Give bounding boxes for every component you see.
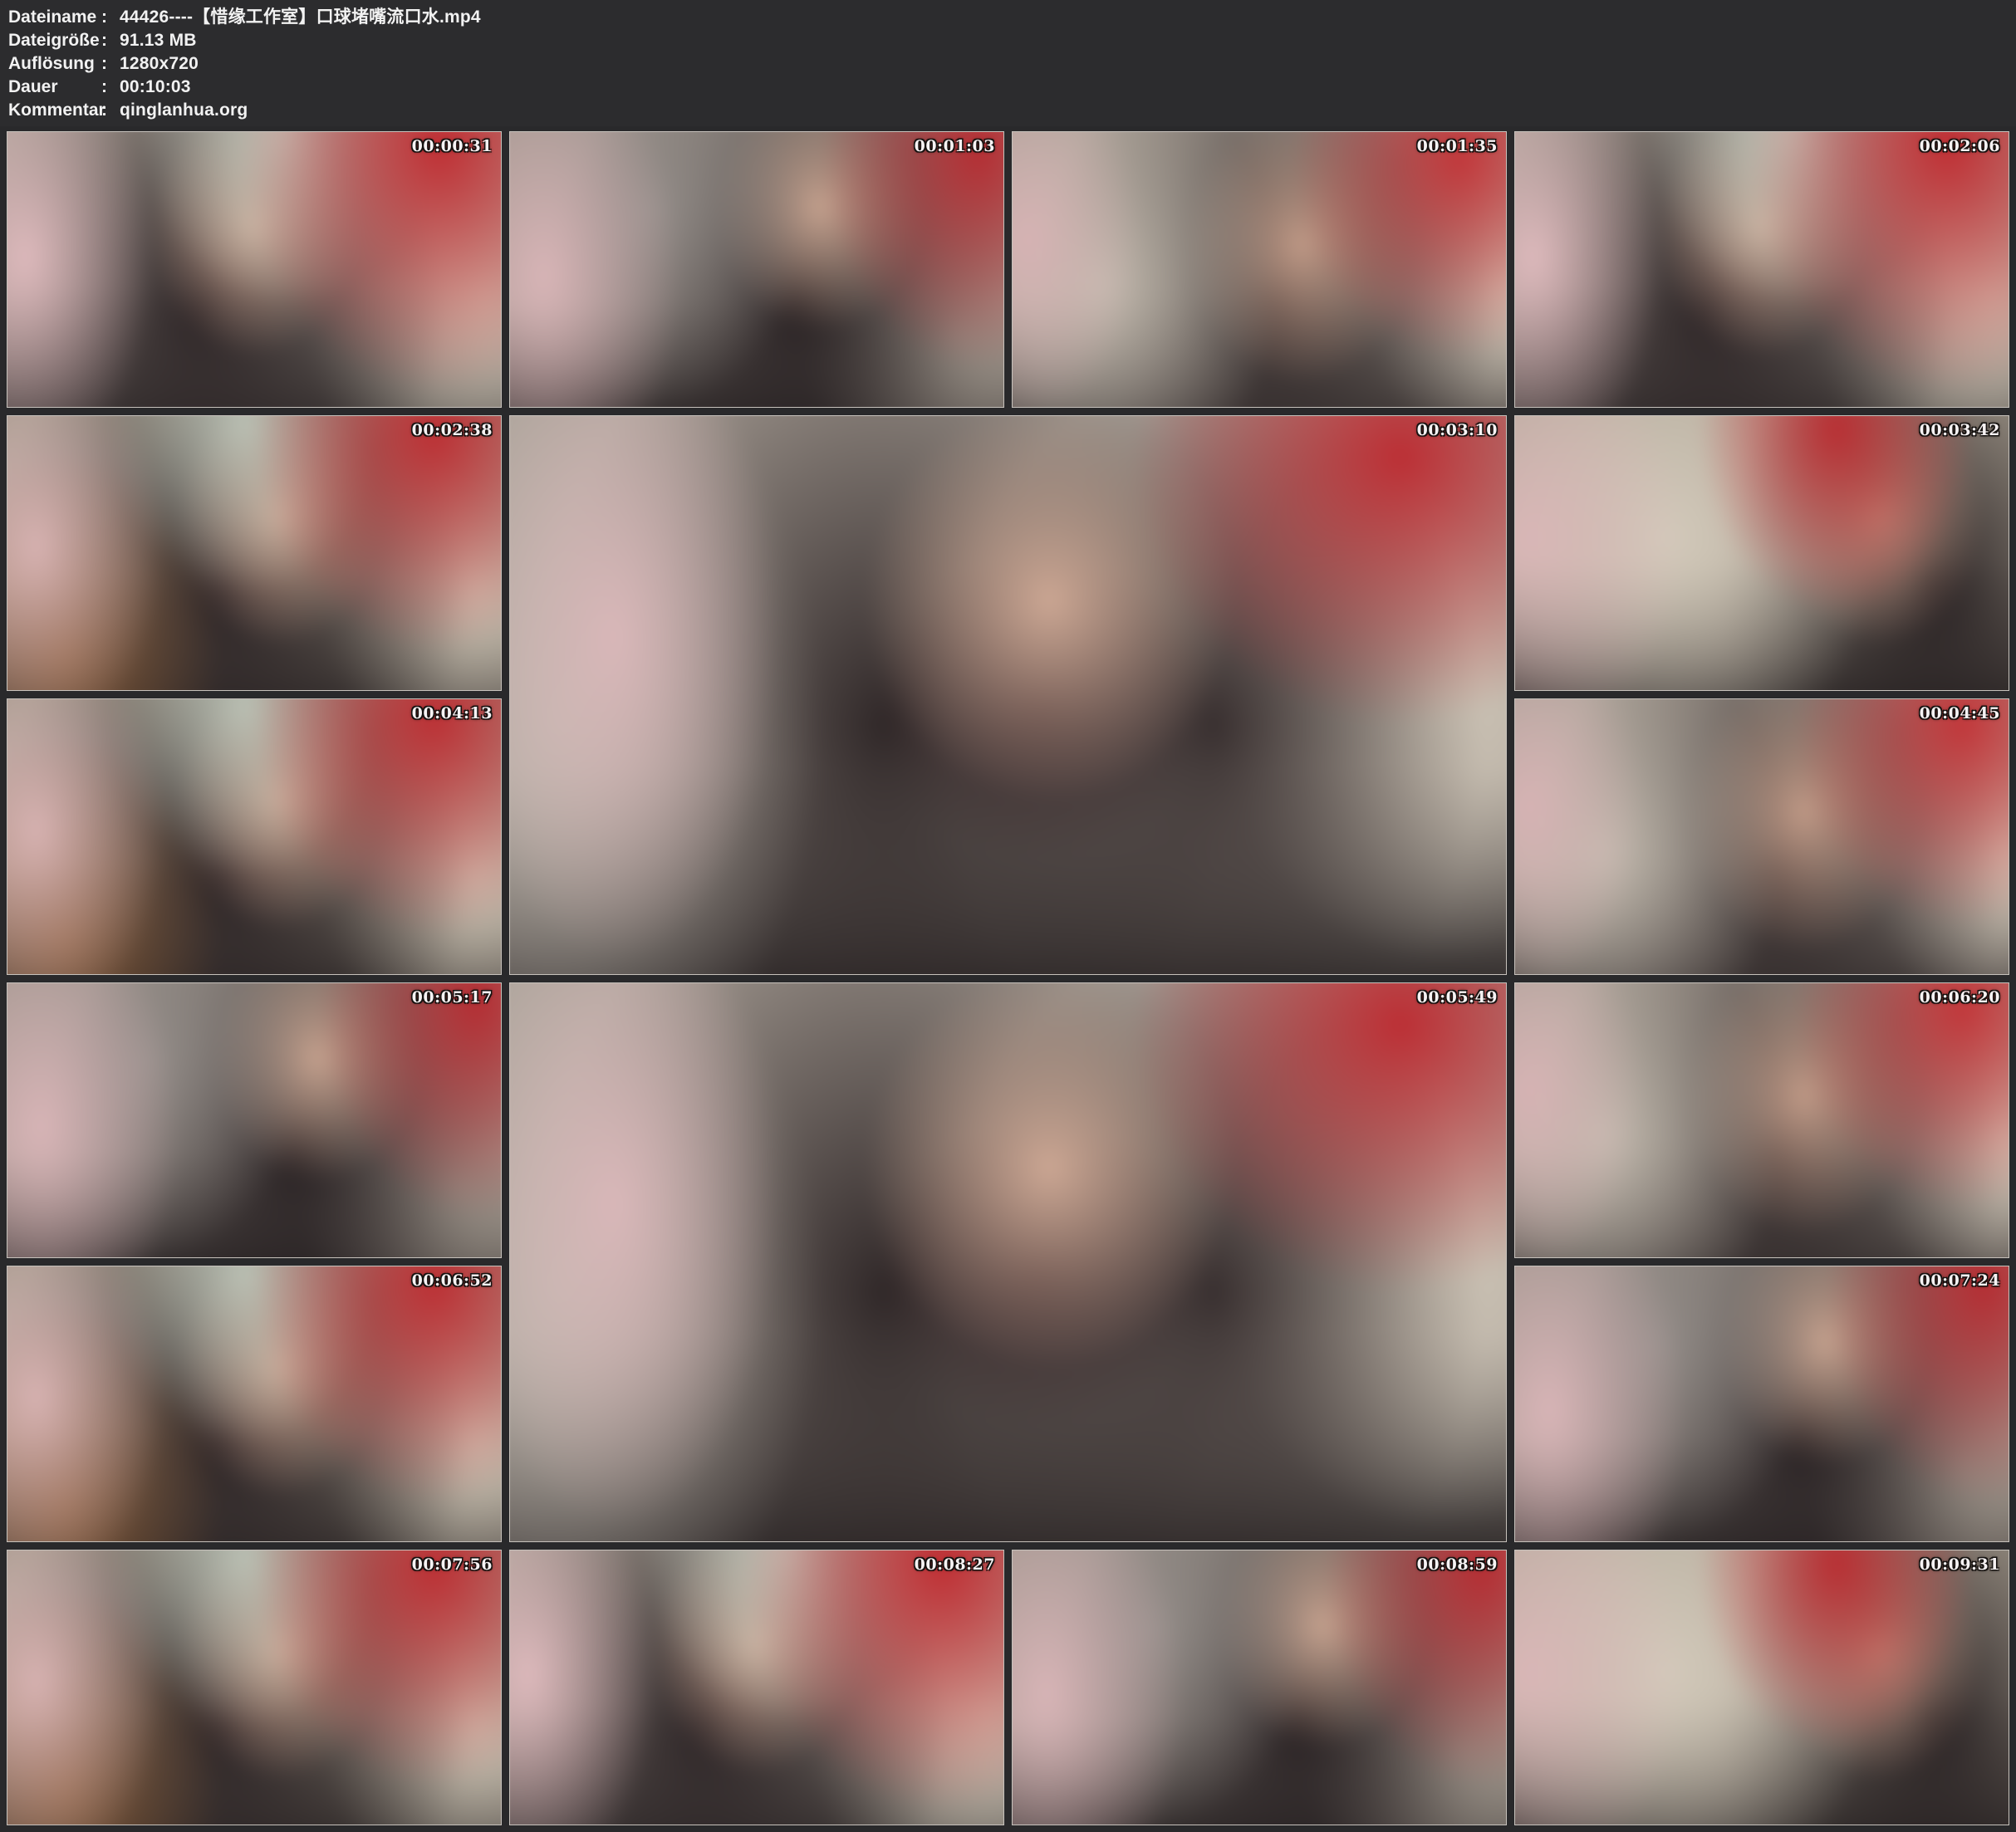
thumbnail-timestamp: 00:07:24 [1920, 1271, 2000, 1290]
video-thumbnail: 00:04:45 [1514, 698, 2009, 975]
thumbnail-timestamp: 00:01:03 [915, 137, 995, 155]
thumbnail-timestamp: 00:04:45 [1920, 704, 2000, 723]
video-thumbnail: 00:06:52 [7, 1266, 502, 1542]
metadata-separator: : [101, 29, 120, 52]
video-thumbnail: 00:01:03 [509, 131, 1004, 408]
video-thumbnail: 00:04:13 [7, 698, 502, 975]
thumbnail-timestamp: 00:08:59 [1417, 1555, 1498, 1574]
thumbnail-timestamp: 00:07:56 [412, 1555, 493, 1574]
metadata-separator: : [101, 52, 120, 76]
thumbnail-grid: 00:00:31 00:01:03 00:01:35 00:02:06 00:0… [7, 131, 2009, 1825]
thumbnail-timestamp: 00:02:06 [1920, 137, 2000, 155]
thumbnail-timestamp: 00:02:38 [412, 421, 493, 439]
video-thumbnail: 00:05:49 [509, 982, 1507, 1542]
thumbnail-timestamp: 00:06:20 [1920, 988, 2000, 1007]
metadata-value: qinglanhua.org [120, 99, 248, 122]
video-thumbnail: 00:03:10 [509, 415, 1507, 975]
metadata-value: 00:10:03 [120, 76, 191, 99]
video-thumbnail: 00:08:59 [1012, 1550, 1507, 1826]
metadata-row: Dateigröße : 91.13 MB [8, 29, 2016, 52]
video-thumbnail: 00:02:06 [1514, 131, 2009, 408]
metadata-value: 1280x720 [120, 52, 199, 76]
thumbnail-timestamp: 00:08:27 [915, 1555, 995, 1574]
video-thumbnail: 00:06:20 [1514, 982, 2009, 1259]
metadata-value: 44426----【惜缘工作室】口球堵嘴流口水.mp4 [120, 6, 481, 29]
metadata-row: Kommentar : qinglanhua.org [8, 99, 2016, 122]
thumbnail-timestamp: 00:03:42 [1920, 421, 2000, 439]
video-thumbnail: 00:07:56 [7, 1550, 502, 1826]
metadata-header: Dateiname : 44426----【惜缘工作室】口球堵嘴流口水.mp4 … [0, 0, 2016, 126]
metadata-label: Dauer [8, 76, 101, 99]
metadata-label: Dateigröße [8, 29, 101, 52]
video-thumbnail: 00:07:24 [1514, 1266, 2009, 1542]
thumbnail-timestamp: 00:03:10 [1417, 421, 1498, 439]
thumbnail-timestamp: 00:09:31 [1920, 1555, 2000, 1574]
video-thumbnail: 00:05:17 [7, 982, 502, 1259]
metadata-separator: : [101, 99, 120, 122]
video-thumbnail: 00:08:27 [509, 1550, 1004, 1826]
metadata-row: Auflösung : 1280x720 [8, 52, 2016, 76]
thumbnail-timestamp: 00:05:49 [1417, 988, 1498, 1007]
metadata-label: Auflösung [8, 52, 101, 76]
metadata-value: 91.13 MB [120, 29, 197, 52]
thumbnail-timestamp: 00:01:35 [1417, 137, 1498, 155]
metadata-row: Dateiname : 44426----【惜缘工作室】口球堵嘴流口水.mp4 [8, 6, 2016, 29]
metadata-label: Kommentar [8, 99, 101, 122]
thumbnail-timestamp: 00:00:31 [412, 137, 493, 155]
thumbnail-timestamp: 00:06:52 [412, 1271, 493, 1290]
metadata-separator: : [101, 76, 120, 99]
video-thumbnail: 00:03:42 [1514, 415, 2009, 692]
video-thumbnail: 00:09:31 [1514, 1550, 2009, 1826]
metadata-row: Dauer : 00:10:03 [8, 76, 2016, 99]
video-thumbnail: 00:01:35 [1012, 131, 1507, 408]
contact-sheet-page: { "header": { "separator": ":", "fields"… [0, 0, 2016, 1832]
thumbnail-timestamp: 00:04:13 [412, 704, 493, 723]
video-thumbnail: 00:00:31 [7, 131, 502, 408]
metadata-separator: : [101, 6, 120, 29]
metadata-label: Dateiname [8, 6, 101, 29]
video-thumbnail: 00:02:38 [7, 415, 502, 692]
thumbnail-timestamp: 00:05:17 [412, 988, 493, 1007]
